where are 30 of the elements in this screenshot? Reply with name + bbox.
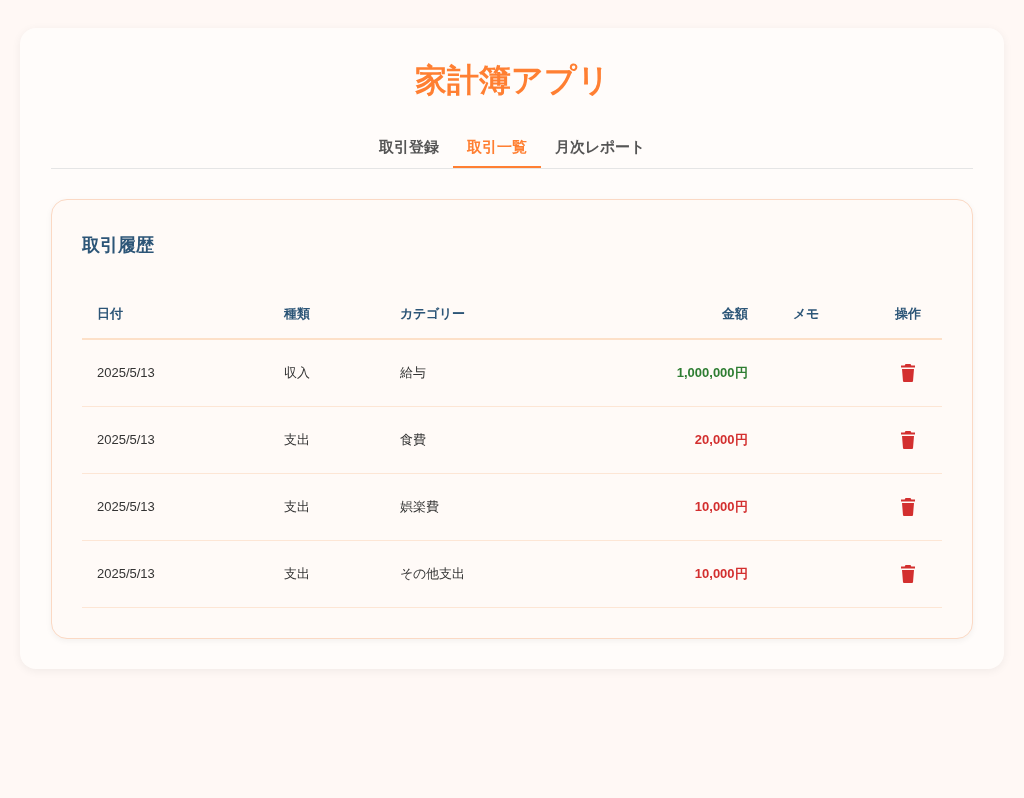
column-header: 金額 (552, 289, 763, 339)
table-cell: 2025/5/13 (82, 406, 270, 473)
table-cell: その他支出 (384, 540, 553, 607)
trash-icon[interactable] (901, 430, 916, 449)
table-cell: 支出 (269, 540, 385, 607)
section-title: 取引履歴 (82, 234, 155, 257)
app-title: 家計簿アプリ (413, 61, 611, 100)
column-header: メモ (762, 289, 875, 339)
trash-icon[interactable] (901, 564, 916, 583)
amount-cell: 20,000円 (552, 406, 763, 473)
amount-cell: 1,000,000円 (552, 339, 763, 406)
column-header: 操作 (874, 289, 942, 339)
column-header: 種類 (269, 289, 385, 339)
table-cell: 2025/5/13 (82, 473, 270, 540)
column-header: 日付 (82, 289, 270, 339)
table-cell: 支出 (269, 473, 385, 540)
trash-icon[interactable] (901, 497, 916, 516)
amount-cell: 10,000円 (552, 473, 763, 540)
tab[interactable]: 月次レポート (541, 128, 659, 168)
trash-icon[interactable] (901, 363, 916, 382)
table-cell: 給与 (384, 339, 553, 406)
amount-cell: 10,000円 (552, 540, 763, 607)
tab[interactable]: 取引登録 (365, 128, 453, 168)
column-header: カテゴリー (384, 289, 553, 339)
table-cell: 娯楽費 (384, 473, 553, 540)
table-cell: 2025/5/13 (82, 540, 270, 607)
table-cell: 支出 (269, 406, 385, 473)
table-cell: 収入 (269, 339, 385, 406)
table-cell: 食費 (384, 406, 553, 473)
table-cell: 2025/5/13 (82, 339, 270, 406)
